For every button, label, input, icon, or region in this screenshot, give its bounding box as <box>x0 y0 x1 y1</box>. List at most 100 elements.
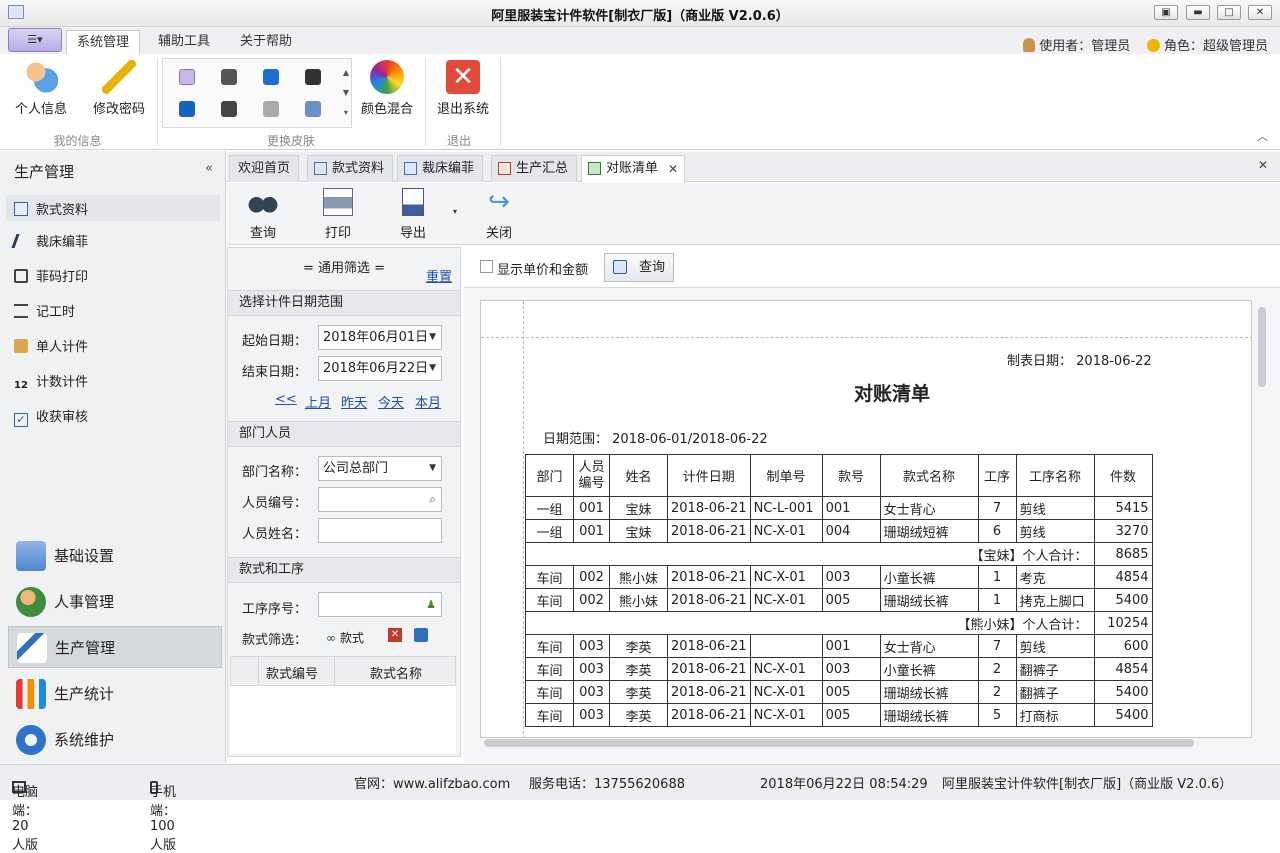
maximize-button[interactable]: □ <box>1217 5 1241 20</box>
col-style-name[interactable]: 款式名称 <box>336 663 456 682</box>
start-date-picker[interactable]: 2018年06月01日 ▼ <box>318 325 442 350</box>
table-cell: 5400 <box>1093 703 1153 727</box>
ribbon: 个人信息 修改密码 我的信息 ▲ ▼ ▾ 颜色混合 更换皮肤 ✕ 退出系统 退出 ︿ <box>0 54 1280 150</box>
tab-statement[interactable]: 对账清单 ✕ <box>581 155 686 183</box>
dept-select[interactable]: 公司总部门 ▼ <box>318 456 442 481</box>
skin-blue-icon[interactable] <box>263 69 279 85</box>
date-range-label: 日期范围： <box>543 432 609 447</box>
collapse-panel-icon[interactable]: « <box>205 161 213 176</box>
nav-item-single-piece[interactable]: 单人计件 <box>14 336 88 355</box>
nav-item-label: 收获审核 <box>36 410 89 425</box>
status-bar: 电脑端：20人版 手机端：100人版 官网：www.alifzbao.com 服… <box>0 764 1280 853</box>
color-mix-button[interactable]: 颜色混合 <box>356 60 418 117</box>
reset-link[interactable]: 重置 <box>426 266 452 285</box>
export-dropdown-icon[interactable]: ▾ <box>453 207 457 216</box>
nav-item-work-hours[interactable]: 记工时 <box>14 301 75 320</box>
export-button[interactable]: 导出 <box>395 188 431 241</box>
tab-about-help[interactable]: 关于帮助 <box>230 30 302 54</box>
edit-icon <box>14 339 28 353</box>
table-cell: 005 <box>821 703 881 727</box>
module-maintenance[interactable]: 系统维护 <box>8 719 222 761</box>
tab-style-data[interactable]: 款式资料 <box>307 155 394 182</box>
minimize-button[interactable]: ▬ <box>1186 5 1210 20</box>
search-icon[interactable]: ⌕ <box>429 488 436 511</box>
change-password-button[interactable]: 修改密码 <box>88 60 150 117</box>
print-button[interactable]: 打印 <box>320 188 356 241</box>
nav-item-cutting[interactable]: 裁床编菲 <box>11 231 89 250</box>
search-icon <box>613 260 627 274</box>
personal-info-button[interactable]: 个人信息 <box>12 60 70 117</box>
skin-office-blue-icon[interactable] <box>179 101 195 117</box>
module-statistics[interactable]: 生产统计 <box>8 673 222 715</box>
table-cell: 2 <box>977 680 1017 704</box>
end-date-picker[interactable]: 2018年06月22日 ▼ <box>318 356 442 381</box>
exit-system-button[interactable]: ✕ 退出系统 <box>432 60 494 117</box>
report-query-button[interactable]: 查询 <box>604 253 674 282</box>
last-month-link[interactable]: 上月 <box>305 392 331 411</box>
module-label: 生产管理 <box>55 639 116 657</box>
prev-link[interactable]: << <box>275 392 297 407</box>
skin-dark-icon[interactable] <box>221 69 237 85</box>
emp-name-input[interactable] <box>318 518 442 543</box>
edit-filter-icon[interactable] <box>414 628 428 642</box>
table-cell: 2 <box>977 657 1017 681</box>
table-cell: 004 <box>821 519 881 543</box>
person-pick-icon[interactable]: ♟ <box>426 593 436 616</box>
style-list-body[interactable] <box>230 686 456 754</box>
tab-production-summary[interactable]: 生产汇总 <box>491 155 578 182</box>
subtotal-label: 【宝妹】个人合计： <box>525 542 1095 566</box>
chevron-down-icon: ▼ <box>429 332 436 342</box>
close-tab-icon[interactable]: ✕ <box>668 156 678 182</box>
tab-welcome[interactable]: 欢迎首页 <box>229 155 300 182</box>
tab-label: 对账清单 <box>606 161 659 176</box>
query-button[interactable]: 查询 <box>245 188 281 241</box>
start-date-label: 起始日期： <box>242 334 308 349</box>
user-label: 使用者：管理员 <box>1039 39 1131 54</box>
module-basic-settings[interactable]: 基础设置 <box>8 535 222 577</box>
collapse-ribbon-icon[interactable]: ︿ <box>1257 128 1268 144</box>
skin-black-icon[interactable] <box>305 69 321 85</box>
table-cell: 4854 <box>1093 657 1153 681</box>
horizontal-scrollbar[interactable] <box>484 739 1194 747</box>
module-label: 系统维护 <box>54 731 115 749</box>
tab-cutting[interactable]: 裁床编菲 <box>397 155 484 182</box>
nav-item-label: 裁床编菲 <box>36 235 89 250</box>
restore-icon[interactable]: ▣ <box>1154 5 1178 20</box>
table-cell: 7 <box>977 496 1017 520</box>
skin-office-dark-icon[interactable] <box>221 101 237 117</box>
app-menu-button[interactable]: ☰▾ <box>8 28 62 52</box>
close-button[interactable]: ↪ 关闭 <box>481 188 517 241</box>
close-window-button[interactable]: ✕ <box>1248 5 1272 20</box>
style-filter-button[interactable]: ∞ 款式 <box>326 629 364 646</box>
vertical-scrollbar[interactable] <box>1258 307 1266 387</box>
process-no-input[interactable]: ♟ <box>318 592 442 617</box>
nav-item-style-data[interactable]: 款式资料 <box>6 195 220 221</box>
tab-system-management[interactable]: 系统管理 <box>66 30 141 54</box>
yesterday-link[interactable]: 昨天 <box>341 392 367 411</box>
today-link[interactable]: 今天 <box>378 392 404 411</box>
nav-item-count-piece[interactable]: 12 计数计件 <box>14 371 88 393</box>
skin-purple-icon[interactable] <box>179 69 195 85</box>
table-cell: 李英 <box>609 657 668 681</box>
website: 官网：www.alifzbao.com <box>354 777 511 792</box>
col-style-no[interactable]: 款式编号 <box>251 663 333 682</box>
table-cell: 车间 <box>525 634 574 658</box>
skin-tiles-icon[interactable] <box>305 101 321 117</box>
table-cell: 003 <box>573 657 610 681</box>
left-nav-panel: 生产管理 « 款式资料 裁床编菲 菲码打印 记工时 单人计件 12 计数计件 ✓ 收… <box>0 151 226 763</box>
nav-item-audit[interactable]: ✓ 收获审核 <box>14 406 88 427</box>
emp-no-input[interactable]: ⌕ <box>318 487 442 512</box>
nav-item-ticket-print[interactable]: 菲码打印 <box>14 266 88 285</box>
clear-filter-icon[interactable]: ✕ <box>388 628 402 642</box>
module-production[interactable]: 生产管理 <box>8 626 222 668</box>
show-price-checkbox[interactable] <box>480 260 493 273</box>
this-month-link[interactable]: 本月 <box>415 392 441 411</box>
column-header: 款式名称 <box>879 454 979 497</box>
table-cell: 一组 <box>525 496 574 520</box>
close-all-tabs-icon[interactable]: ✕ <box>1258 158 1268 172</box>
skin-office-gray-icon[interactable] <box>263 101 279 117</box>
tab-auxiliary-tools[interactable]: 辅助工具 <box>148 30 220 54</box>
table-cell: 2018-06-21 <box>667 519 751 543</box>
gallery-scroll-icon[interactable]: ▲ ▼ ▾ <box>343 63 349 123</box>
module-hr[interactable]: 人事管理 <box>8 581 222 623</box>
